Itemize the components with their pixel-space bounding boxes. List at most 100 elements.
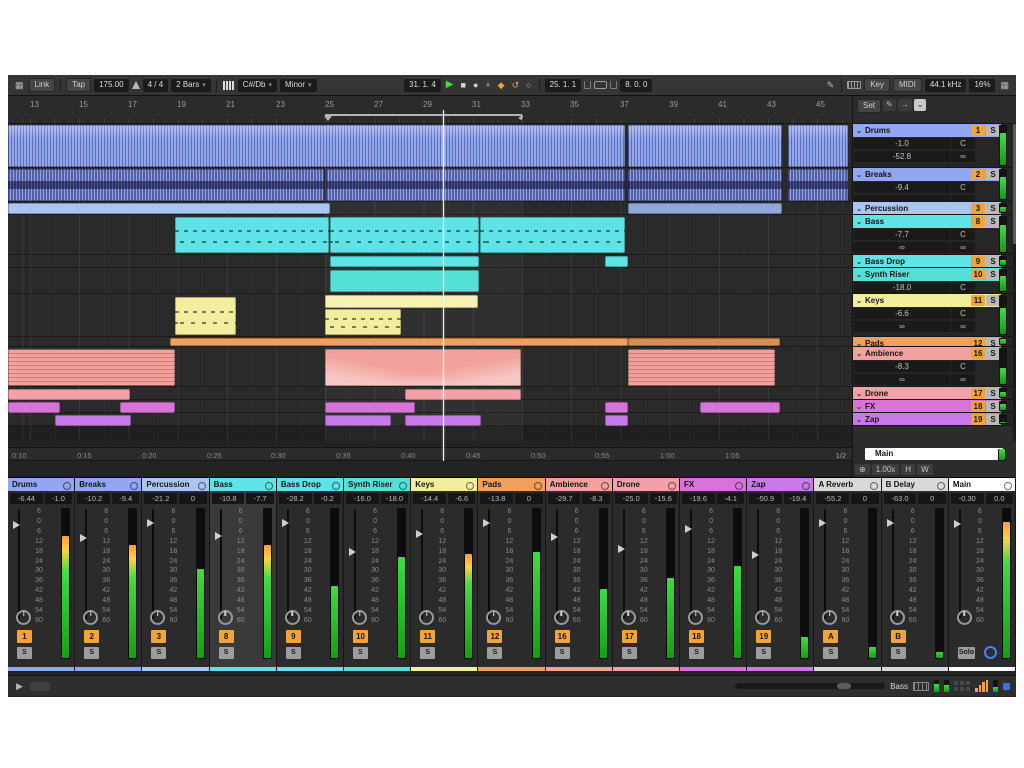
punch-in-icon[interactable]	[584, 81, 591, 89]
track-header[interactable]: ⌄ Pads 12 S	[853, 337, 1013, 347]
peak-level-value[interactable]: -63.0	[884, 493, 917, 504]
solo-button[interactable]: S	[555, 647, 570, 659]
track-number-badge[interactable]: 8	[219, 630, 234, 643]
volume-value[interactable]: -7.7	[246, 493, 273, 504]
solo-button[interactable]: S	[17, 647, 32, 659]
track-name[interactable]: Synth Riser	[865, 270, 970, 279]
fader-handle[interactable]	[349, 548, 356, 556]
loop-length-value[interactable]: 8. 0. 0	[620, 79, 652, 92]
volume-value[interactable]: 0	[515, 493, 542, 504]
peak-level-value[interactable]: -21.2	[144, 493, 177, 504]
loop-brace[interactable]	[325, 114, 522, 119]
arrangement-clip[interactable]	[628, 349, 775, 386]
track-number-badge[interactable]: 19	[971, 414, 985, 425]
peak-level-value[interactable]: -6.44	[10, 493, 43, 504]
arrangement-clip[interactable]	[325, 415, 391, 426]
volume-value[interactable]: 0	[918, 493, 945, 504]
solo-button[interactable]: S	[986, 203, 1000, 214]
solo-button[interactable]: S	[986, 388, 1000, 399]
draw-mode-icon[interactable]: ✎	[825, 80, 837, 91]
arrangement-clip[interactable]	[8, 203, 330, 214]
volume-value[interactable]: -4.1	[717, 493, 744, 504]
track-number-badge[interactable]: 9	[286, 630, 301, 643]
fader-slot[interactable]	[220, 509, 222, 619]
fader-slot[interactable]	[85, 509, 87, 619]
volume-value[interactable]: 0.0	[986, 493, 1013, 504]
peak-level-value[interactable]: -28.2	[279, 493, 312, 504]
pan-knob[interactable]	[150, 610, 165, 625]
track-header[interactable]: ⌄ Bass 8 S -7.7 C ∞ ∞	[853, 215, 1013, 255]
solo-button[interactable]: S	[823, 647, 838, 659]
fader-slot[interactable]	[556, 509, 558, 619]
key-map-button[interactable]: Key	[864, 78, 890, 92]
cue-volume-knob[interactable]	[984, 646, 997, 659]
pan-knob[interactable]	[957, 610, 972, 625]
arrangement-clip[interactable]	[325, 349, 521, 386]
track-pan-value[interactable]: C	[951, 138, 975, 149]
loop-marker-pill[interactable]	[30, 682, 50, 691]
playhead[interactable]	[443, 110, 444, 461]
fold-track-icon[interactable]: ⌄	[854, 403, 864, 411]
pan-knob[interactable]	[16, 610, 31, 625]
track-number-badge[interactable]: 18	[689, 630, 704, 643]
solo-button[interactable]: S	[986, 295, 1000, 306]
fader-handle[interactable]	[819, 519, 826, 527]
time-signature-value[interactable]: 4 / 4	[143, 79, 169, 92]
scale-root-chooser[interactable]: C#/Db	[238, 79, 277, 92]
arrangement-clip[interactable]	[330, 217, 479, 253]
track-header[interactable]: ⌄ Drone 17 S	[853, 387, 1013, 400]
send-b-value[interactable]: ∞	[951, 321, 975, 332]
track-name[interactable]: Drone	[865, 389, 970, 398]
play-from-start-icon[interactable]: ▶	[14, 681, 25, 692]
volume-value[interactable]: -9.4	[112, 493, 139, 504]
fader-slot[interactable]	[623, 509, 625, 619]
solo-button[interactable]: S	[353, 647, 368, 659]
fold-track-icon[interactable]: ⌄	[854, 340, 864, 348]
peak-level-value[interactable]: -13.8	[480, 493, 513, 504]
arrangement-position[interactable]: 31. 1. 4	[404, 79, 441, 92]
solo-button[interactable]: S	[84, 647, 99, 659]
send-a-value[interactable]: -52.8	[854, 151, 950, 162]
send-a-value[interactable]	[854, 195, 950, 202]
track-number-badge[interactable]: 8	[971, 216, 985, 227]
peak-level-value[interactable]: -10.2	[77, 493, 110, 504]
track-number-badge[interactable]: 16	[971, 348, 985, 359]
solo-button[interactable]: S	[986, 401, 1000, 412]
track-pan-value[interactable]: C	[951, 361, 975, 372]
tempo-value[interactable]: 175.00	[94, 79, 128, 92]
track-volume-value[interactable]: -7.7	[854, 229, 950, 240]
pan-knob[interactable]	[890, 610, 905, 625]
channel-header[interactable]: B Delay	[882, 478, 948, 491]
zoom-height-button[interactable]: H	[901, 464, 915, 475]
midi-keyboard-icon[interactable]	[913, 682, 929, 691]
peak-level-value[interactable]: -19.6	[682, 493, 715, 504]
track-number-badge[interactable]: 9	[971, 256, 985, 267]
arrangement-clip[interactable]	[330, 270, 479, 292]
fader-handle[interactable]	[80, 534, 87, 542]
arrangement-clip[interactable]	[8, 389, 130, 400]
play-button[interactable]: ▶	[444, 79, 456, 91]
peak-level-value[interactable]: -50.9	[749, 493, 782, 504]
fold-track-icon[interactable]: ⌄	[854, 271, 864, 279]
set-locator-button[interactable]: Set	[857, 99, 881, 113]
vertical-scrollbar[interactable]	[1013, 124, 1016, 441]
peak-level-value[interactable]: -29.7	[548, 493, 581, 504]
arrangement-clip[interactable]	[605, 402, 628, 413]
track-name[interactable]: Breaks	[865, 170, 970, 179]
channel-header[interactable]: Bass	[210, 478, 276, 491]
arrangement-clip[interactable]	[55, 415, 131, 426]
arrangement-clip[interactable]	[700, 402, 780, 413]
midi-map-button[interactable]: MIDI	[893, 78, 922, 92]
volume-value[interactable]: -6.6	[448, 493, 475, 504]
solo-button[interactable]: S	[286, 647, 301, 659]
channel-header[interactable]: Main	[949, 478, 1015, 491]
main-track-header[interactable]: Main	[865, 448, 1003, 460]
pan-knob[interactable]	[218, 610, 233, 625]
fader-slot[interactable]	[757, 509, 759, 619]
track-number-badge[interactable]: 2	[971, 169, 985, 180]
track-number-badge[interactable]: 19	[756, 630, 771, 643]
capture-midi-icon[interactable]: ○	[524, 80, 533, 91]
channel-header[interactable]: Pads	[478, 478, 544, 491]
overdub-plus-icon[interactable]: +	[483, 80, 492, 91]
computer-midi-keyboard-icon[interactable]	[847, 81, 861, 89]
